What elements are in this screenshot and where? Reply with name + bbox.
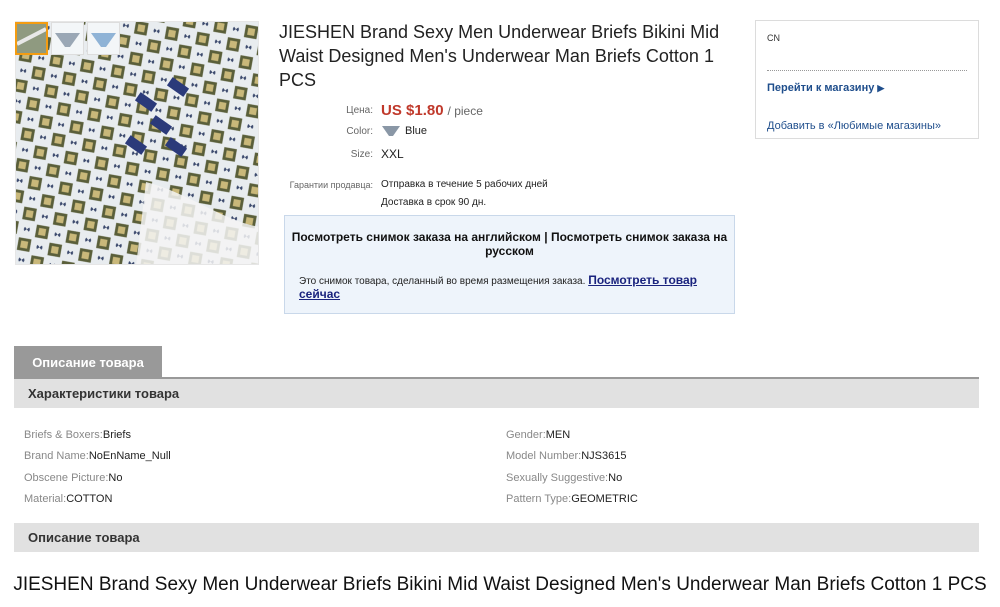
guarantee-delivery: Доставка в срок 90 дн. [381, 197, 487, 208]
store-divider [767, 70, 967, 71]
color-value: Blue [405, 125, 428, 137]
add-favorite-store-link[interactable]: Добавить в «Любимые магазины» [767, 120, 941, 132]
color-label: Color: [346, 125, 373, 137]
spec-model-number: Model Number:NJS3615 [506, 450, 627, 462]
price-unit: / piece [447, 103, 483, 118]
thumbnail-2[interactable] [51, 22, 84, 55]
guarantee-row: Гарантии продавца: Отправка в течение 5 … [279, 179, 548, 190]
snapshot-note-row: Это снимок товара, сделанный во время ра… [299, 273, 734, 301]
color-option[interactable]: Blue [381, 124, 427, 138]
description-heading: Описание товара [14, 523, 979, 552]
color-row: Color: Blue [279, 124, 427, 138]
specs-heading: Характеристики товара [14, 379, 979, 408]
guarantee-label: Гарантии продавца: [289, 179, 373, 190]
price-label: Цена: [346, 105, 373, 116]
snapshot-links: Посмотреть снимок заказа на английском |… [285, 230, 734, 258]
spec-gender: Gender:MEN [506, 429, 571, 441]
guarantee-row-2: Доставка в срок 90 дн. [279, 197, 486, 208]
spec-material: Material:COTTON [24, 493, 113, 505]
thumbnail-1[interactable] [15, 22, 48, 55]
description-title: JIESHEN Brand Sexy Men Underwear Briefs … [13, 574, 987, 595]
tab-description[interactable]: Описание товара [14, 346, 162, 378]
size-value[interactable]: XXL [381, 147, 404, 161]
spec-pattern-type: Pattern Type:GEOMETRIC [506, 493, 638, 505]
caret-right-icon: ▶ [877, 83, 885, 93]
product-title: JIESHEN Brand Sexy Men Underwear Briefs … [279, 22, 720, 90]
snapshot-separator: | [544, 230, 548, 244]
color-swatch-icon [382, 126, 400, 136]
spec-obscene-picture: Obscene Picture:No [24, 472, 123, 484]
go-to-store-link[interactable]: Перейти к магазину ▶ [767, 82, 884, 94]
size-label: Size: [350, 148, 373, 160]
price-row: Цена: US $1.80 / piece [279, 102, 483, 119]
snapshot-note: Это снимок товара, сделанный во время ра… [299, 276, 586, 287]
spec-briefs-boxers: Briefs & Boxers:Briefs [24, 429, 131, 441]
price-value: US $1.80 [381, 102, 444, 119]
spec-brand-name: Brand Name:NoEnName_Null [24, 450, 171, 462]
snapshot-english-link[interactable]: Посмотреть снимок заказа на английском [292, 230, 541, 244]
product-main-image [15, 21, 259, 265]
store-country: CN [767, 33, 780, 43]
go-to-store-label: Перейти к магазину [767, 82, 875, 94]
size-row: Size: XXL [279, 147, 404, 161]
order-snapshot-box: Посмотреть снимок заказа на английском |… [284, 215, 735, 314]
store-info-box: CN Перейти к магазину ▶ Добавить в «Люби… [755, 20, 979, 139]
guarantee-dispatch: Отправка в течение 5 рабочих дней [381, 179, 548, 190]
image-thumbnails [15, 22, 120, 55]
spec-sexually-suggestive: Sexually Suggestive:No [506, 472, 623, 484]
thumbnail-3[interactable] [87, 22, 120, 55]
